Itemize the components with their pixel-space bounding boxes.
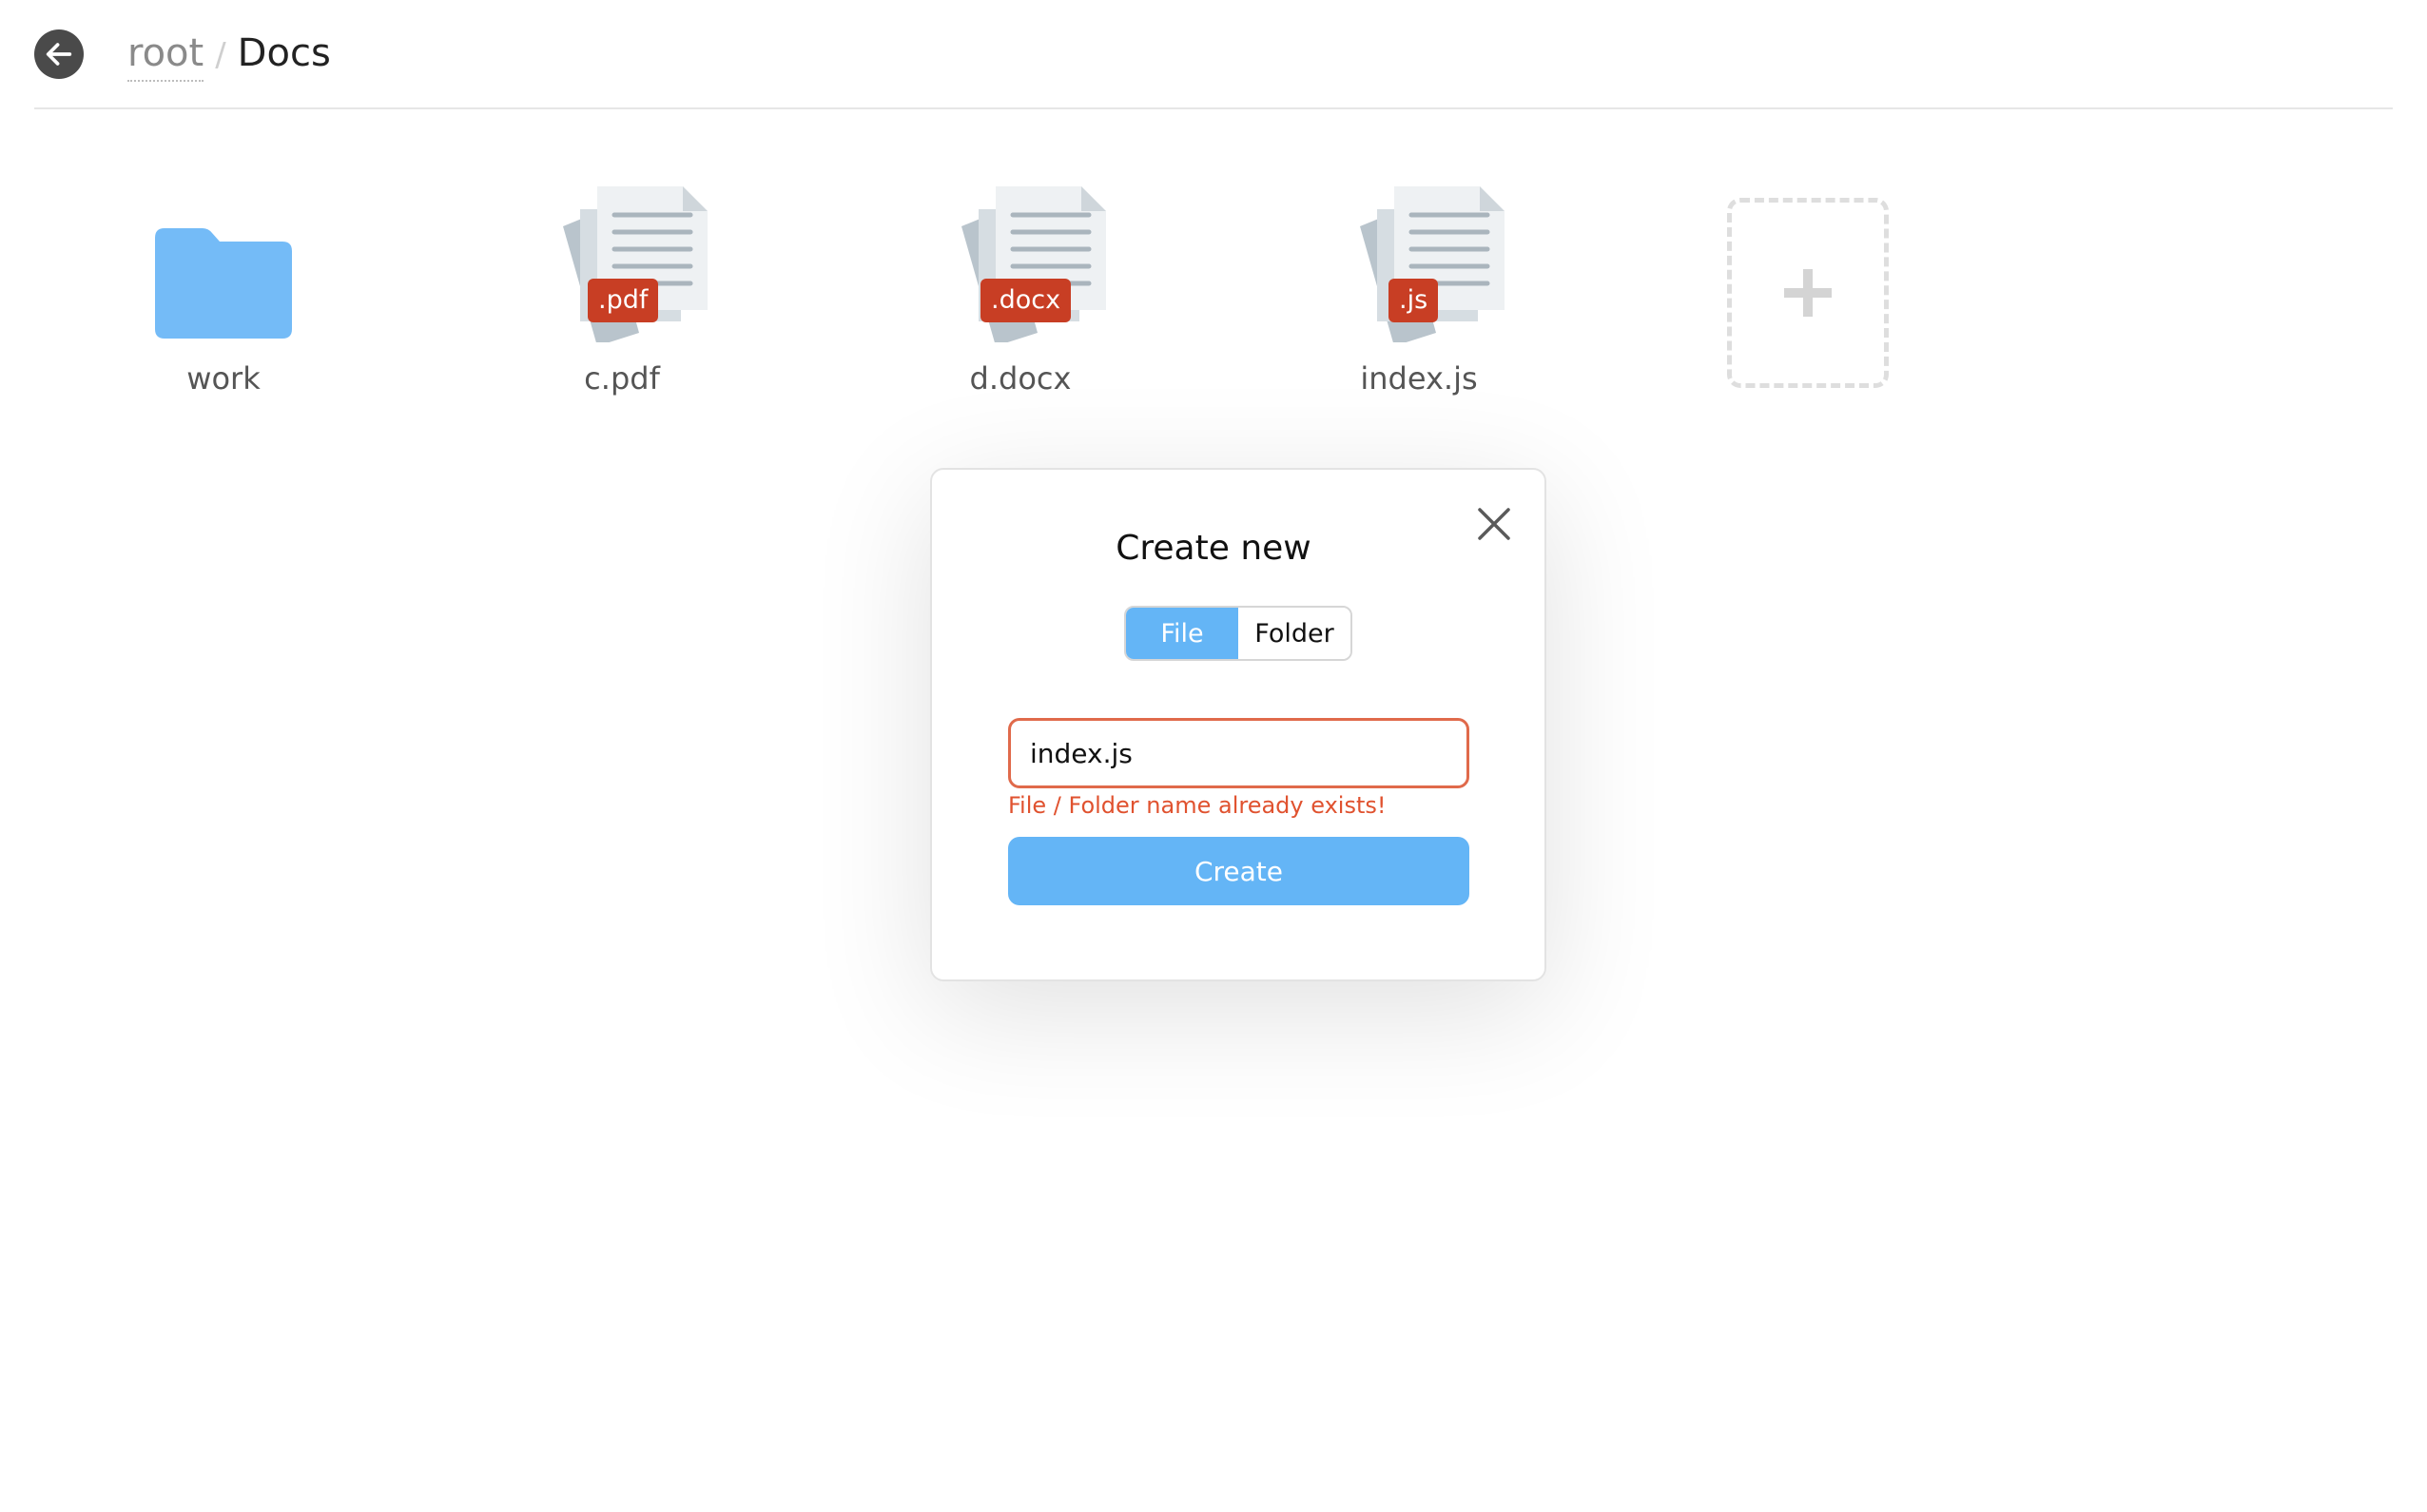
extension-badge: .js bbox=[1388, 279, 1439, 322]
file-grid: work .pdf c.pdf .docx d.docx .js index.j… bbox=[0, 0, 2427, 437]
close-icon bbox=[1478, 508, 1510, 540]
item-label: work bbox=[186, 360, 261, 397]
item-label: c.pdf bbox=[584, 360, 660, 397]
file-item-index-js[interactable]: .js index.js bbox=[1276, 181, 1562, 397]
item-label: d.docx bbox=[969, 360, 1072, 397]
type-toggle: File Folder bbox=[1124, 606, 1352, 661]
folder-item-work[interactable]: work bbox=[81, 181, 366, 397]
item-label: index.js bbox=[1360, 360, 1478, 397]
close-button[interactable] bbox=[1469, 499, 1519, 549]
file-item-d-docx[interactable]: .docx d.docx bbox=[878, 181, 1163, 397]
plus-icon bbox=[1784, 269, 1832, 317]
add-new-tile[interactable] bbox=[1727, 198, 1889, 388]
create-button[interactable]: Create bbox=[1008, 837, 1469, 905]
extension-badge: .pdf bbox=[588, 279, 659, 322]
toggle-file[interactable]: File bbox=[1126, 608, 1238, 659]
toggle-folder[interactable]: Folder bbox=[1238, 608, 1350, 659]
folder-icon bbox=[155, 228, 292, 339]
modal-title: Create new bbox=[1116, 529, 1311, 568]
error-message: File / Folder name already exists! bbox=[1008, 792, 1387, 819]
extension-badge: .docx bbox=[981, 279, 1072, 322]
name-input[interactable] bbox=[1008, 718, 1469, 788]
file-item-c-pdf[interactable]: .pdf c.pdf bbox=[479, 181, 765, 397]
